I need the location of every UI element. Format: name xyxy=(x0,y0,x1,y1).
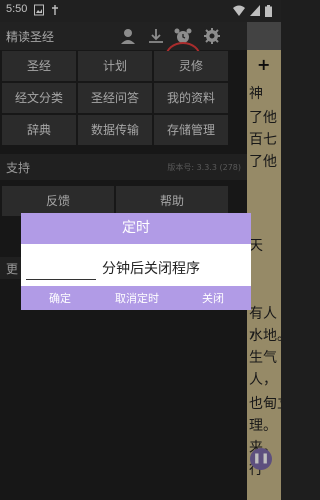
confirm-button[interactable]: 确定 xyxy=(49,290,71,306)
dialog-actions: 确定 取消定时 关闭 xyxy=(21,286,251,310)
dialog-suffix-label: 分钟后关闭程序 xyxy=(102,261,200,277)
close-button[interactable]: 关闭 xyxy=(202,290,224,306)
dialog-title: 定时 xyxy=(21,213,251,244)
cancel-timer-button[interactable]: 取消定时 xyxy=(115,290,159,306)
timer-dialog: 定时 分钟后关闭程序 确定 取消定时 关闭 xyxy=(21,213,251,310)
minutes-input[interactable] xyxy=(26,257,96,280)
